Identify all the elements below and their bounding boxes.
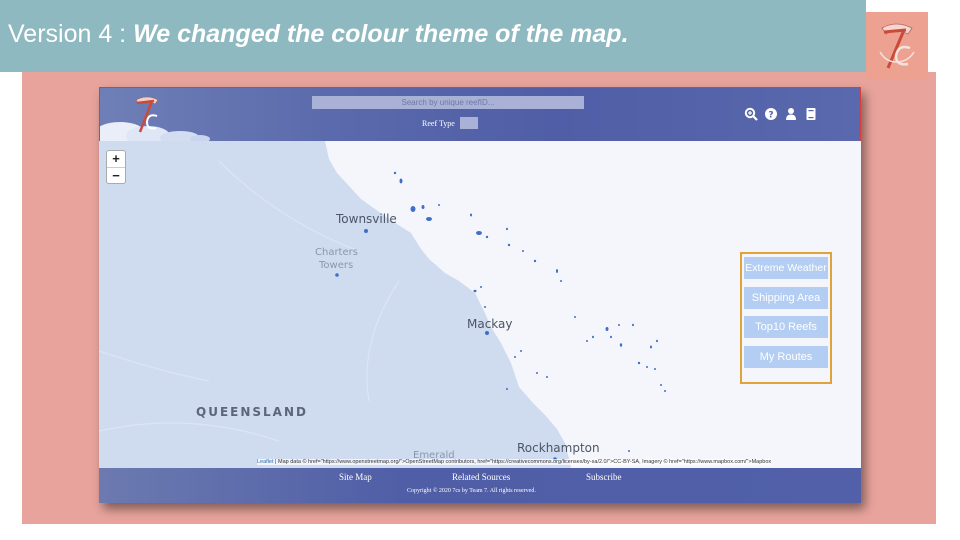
copyright-text: Copyright © 2020 7cs by Team 7. All righ… (407, 488, 536, 494)
search-input[interactable]: Search by unique reefID... (312, 96, 584, 109)
reef-type-label: Reef Type (422, 119, 455, 128)
zoom-out-button[interactable]: − (107, 168, 125, 184)
help-icon[interactable]: ? (764, 107, 778, 121)
zoom-control: + − (106, 150, 126, 184)
book-icon[interactable] (804, 107, 818, 121)
map-view[interactable]: + − Townsville Charters Towers Mackay QU… (99, 141, 861, 468)
slide-title-emphasis: We changed the colour theme of the map. (133, 20, 629, 48)
slide-title-bar: Version 4 : We changed the colour theme … (0, 0, 866, 72)
layer-panel: Extreme Weather Shipping Area Top10 Reef… (740, 252, 832, 384)
related-sources-link[interactable]: Related Sources (452, 472, 510, 482)
corner-logo (866, 12, 928, 80)
search-zoom-icon[interactable] (744, 107, 758, 121)
subscribe-link[interactable]: Subscribe (586, 472, 622, 482)
app-footer: Site Map Related Sources Subscribe Copyr… (99, 468, 861, 503)
leaflet-link[interactable]: Leaflet (257, 459, 274, 465)
region-label-queensland: QUEENSLAND (196, 405, 308, 419)
slide-title-prefix: Version 4 : (8, 20, 134, 48)
user-icon[interactable] (784, 107, 798, 121)
map-attribution: Leaflet | Map data © href="https://www.o… (257, 459, 772, 465)
city-label-towers: Towers (319, 260, 354, 271)
city-label-charters: Charters (315, 247, 358, 258)
app-window: Search by unique reefID... Reef Type ? +… (99, 87, 861, 503)
attribution-text: | Map data © href="https://www.openstree… (273, 459, 772, 465)
city-label-rockhampton: Rockhampton (517, 441, 600, 455)
city-label-mackay: Mackay (467, 317, 513, 331)
slide-title: Version 4 : We changed the colour theme … (8, 20, 629, 49)
app-header: Search by unique reefID... Reef Type ? (99, 87, 861, 142)
seven-cs-logo-icon (879, 23, 915, 69)
reef-type-select[interactable] (460, 117, 478, 129)
my-routes-button[interactable]: My Routes (744, 346, 828, 368)
svg-text:?: ? (768, 111, 773, 121)
shipping-area-button[interactable]: Shipping Area (744, 287, 828, 309)
app-logo-icon[interactable] (130, 92, 164, 136)
land-area (99, 141, 571, 468)
city-label-townsville: Townsville (336, 212, 397, 226)
top10-reefs-button[interactable]: Top10 Reefs (744, 316, 828, 338)
site-map-link[interactable]: Site Map (339, 472, 372, 482)
extreme-weather-button[interactable]: Extreme Weather (744, 257, 828, 279)
zoom-in-button[interactable]: + (107, 151, 125, 168)
